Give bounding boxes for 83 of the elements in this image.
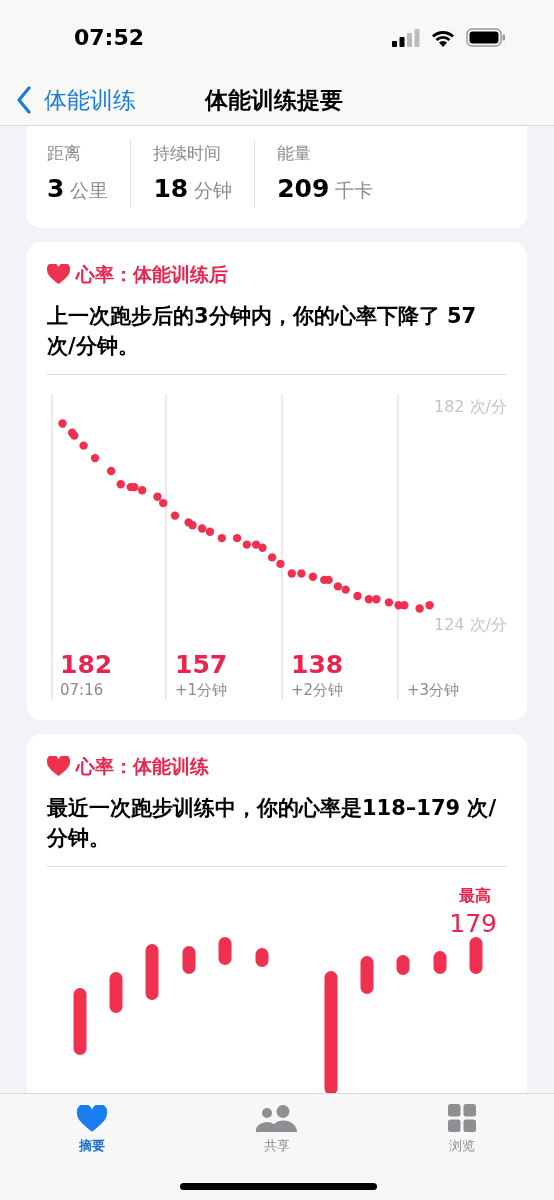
heart-rate-dot — [232, 533, 242, 542]
heart-rate-dot — [116, 479, 125, 488]
metric-value: 3 — [47, 173, 65, 205]
heart-rate-dot — [353, 591, 362, 600]
metric-label: 持续时间 — [153, 142, 223, 165]
heart-rate-range-bar — [218, 936, 232, 965]
battery-icon — [466, 28, 506, 47]
heart-rate-dot — [90, 453, 100, 462]
heart-rate-dot — [217, 533, 226, 542]
heart-rate-value: 182 — [60, 648, 113, 681]
heart-rate-dot — [384, 597, 394, 607]
back-chevron-icon — [16, 86, 32, 114]
heart-rate-dot — [137, 485, 147, 494]
heart-rate-dot — [106, 466, 116, 475]
heart-rate-range-bar — [145, 943, 159, 1000]
heart-icon — [47, 264, 70, 285]
metric-unit: 分钟 — [194, 178, 233, 203]
metric-unit: 千卡 — [335, 178, 374, 203]
heart-rate-range-bar — [182, 945, 196, 974]
heart-rate-range-bar — [396, 954, 410, 975]
heart-rate-dot — [79, 440, 88, 450]
time-label: +1分钟 — [175, 679, 228, 701]
nav-title: 体能训练提要 — [205, 85, 343, 115]
time-label: +3分钟 — [407, 679, 460, 701]
heart-rate-dot — [341, 584, 350, 594]
grid-icon — [447, 1104, 476, 1132]
heart-rate-range-bar — [109, 971, 123, 1013]
time-label: +2分钟 — [291, 679, 344, 701]
description: 最近一次跑步训练中，你的心率是118–179 次/分钟。 — [47, 794, 498, 852]
heart-rate-range-bar — [255, 947, 269, 967]
metric-unit: 公里 — [70, 178, 109, 203]
status-time: 07:52 — [74, 24, 145, 52]
heart-rate-dot — [205, 527, 215, 536]
heart-rate-dot — [287, 568, 296, 578]
heart-rate-dot — [70, 430, 79, 440]
heart-rate-dot — [170, 510, 180, 520]
heart-rate-dot — [159, 498, 168, 507]
tab-item[interactable]: 摘要 — [0, 1102, 185, 1156]
metric-label: 距离 — [47, 142, 82, 165]
heart-rate-dot — [297, 568, 306, 578]
heart-rate-dot — [364, 594, 374, 603]
heart-rate-dot — [276, 559, 285, 568]
heart-rate-dot — [58, 418, 67, 428]
peak-value: 179 — [449, 907, 497, 940]
description: 上一次跑步后的3分钟内，你的心率下降了 57 次/分钟。 — [47, 302, 478, 360]
card-title: 心率：体能训练 — [76, 754, 209, 779]
heart-rate-range-bar — [360, 955, 374, 994]
back-button[interactable]: 体能训练 — [0, 82, 136, 118]
heart-rate-dot — [333, 581, 343, 591]
heart-rate-value: 157 — [175, 648, 228, 681]
heart-rate-range-bar — [469, 936, 483, 974]
wifi-icon — [430, 28, 456, 47]
heart-rate-dot — [188, 520, 197, 529]
heart-rate-dot — [308, 572, 318, 581]
metric-label: 能量 — [277, 142, 313, 165]
axis-label: 182 次/分 — [434, 395, 507, 418]
heart-rate-dot — [267, 552, 277, 562]
metric-value: 18 — [153, 173, 189, 205]
heart-rate-range-bar — [433, 950, 447, 974]
heart-rate-dot — [258, 543, 267, 552]
heart-rate-dot — [251, 539, 261, 549]
heart-rate-dot — [372, 594, 381, 603]
tab-item[interactable]: 浏览 — [369, 1102, 554, 1156]
heart-icon — [47, 756, 70, 777]
people-icon — [256, 1105, 298, 1132]
metric-value: 209 — [277, 173, 330, 205]
heart-rate-dot — [400, 600, 409, 609]
card-title: 心率：体能训练后 — [76, 262, 228, 287]
tab-item[interactable]: 共享 — [184, 1102, 370, 1156]
peak-label: 最高 — [459, 884, 491, 907]
heart-rate-dot — [130, 482, 139, 491]
signal-icon — [392, 28, 420, 47]
heart-rate-dot — [415, 603, 424, 613]
heart-rate-dot — [197, 523, 207, 533]
heart-rate-dot — [242, 539, 251, 549]
axis-label: 124 次/分 — [434, 613, 507, 636]
heart-rate-dot — [153, 492, 162, 501]
heart-rate-range-bar — [73, 987, 87, 1055]
heart-rate-dot — [324, 575, 333, 584]
heart-icon — [77, 1105, 108, 1132]
heart-rate-value: 138 — [291, 648, 344, 681]
time-label: 07:16 — [60, 679, 104, 701]
heart-rate-dot — [425, 600, 434, 609]
